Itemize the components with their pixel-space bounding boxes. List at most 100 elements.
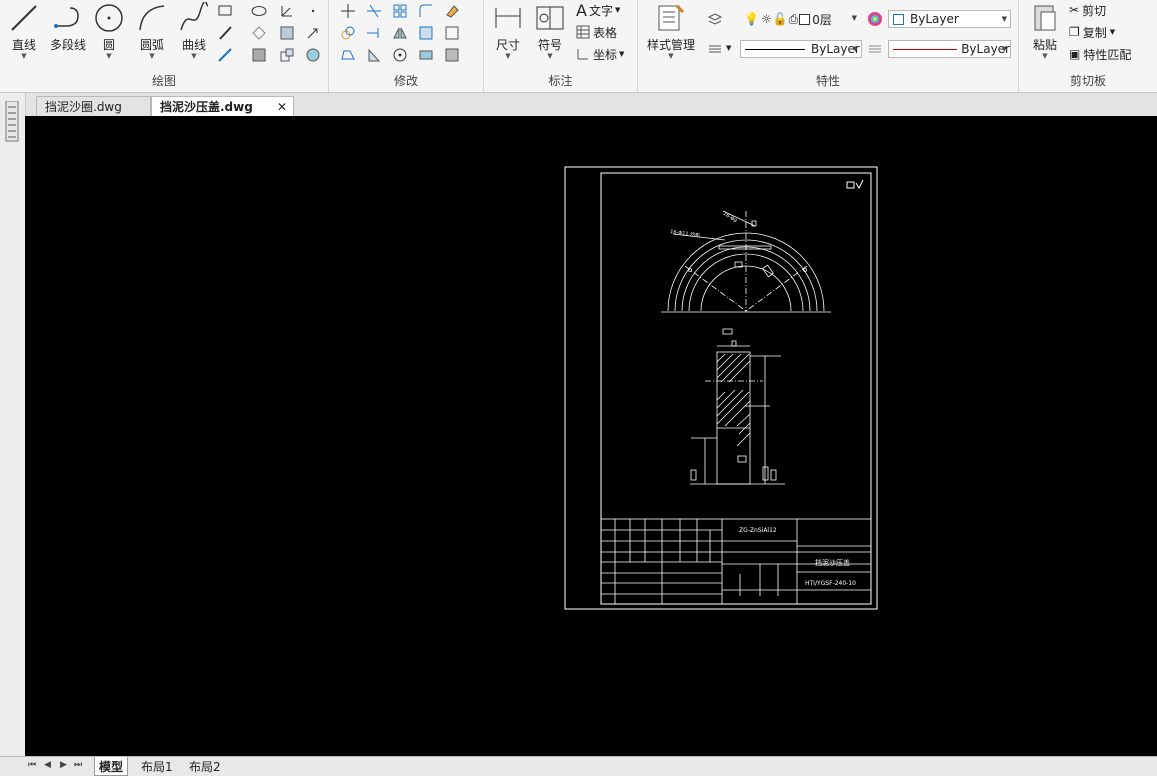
left-tool-strip [0,93,26,775]
document-tab[interactable]: 挡泥沙圈.dwg [36,96,151,116]
circle-icon [95,4,123,32]
next-tab-icon[interactable]: ▶ [60,760,67,770]
polyline-button[interactable]: 多段线 [46,2,90,53]
stretch-button[interactable] [339,46,357,64]
layout-tab-model[interactable]: 模型 [94,757,129,776]
properties-panel-title: 特性 [815,74,840,88]
extend-button[interactable] [365,24,383,42]
match-properties-icon: ▣ [1069,47,1081,61]
line-button[interactable]: 直线 ▼ [6,2,42,60]
dropdown-arrow-icon: ▼ [106,52,112,60]
color-combo[interactable]: ByLayer ▼ [888,10,1011,28]
lineweight-combo[interactable]: ByLayer ▼ [888,40,1011,58]
xline-icon [219,26,232,40]
wipeout-button[interactable] [304,46,322,64]
scissors-icon: ✂ [1069,3,1080,17]
xline-button[interactable] [216,24,234,42]
svg-text:16-Φ9: 16-Φ9 [722,211,738,225]
properties-edit-button[interactable] [443,46,461,64]
fillet-button[interactable] [417,2,435,20]
angle-button[interactable] [278,2,296,20]
clipboard-panel-title: 剪切板 [1069,74,1106,88]
copy-obj-button[interactable] [339,24,357,42]
lineweight-button[interactable] [866,40,884,58]
svg-text:16-Φ11 均布: 16-Φ11 均布 [670,228,701,239]
coordinate-button[interactable]: 坐标 ▼ [576,44,624,64]
scale-button[interactable] [365,46,383,64]
layer-combo[interactable]: 💡 ☼ 🔓 ⎙ 0层 ▼ [734,10,860,28]
properties-palette-icon[interactable] [4,101,20,143]
last-tab-icon[interactable]: ⏭ [74,760,82,770]
erase-button[interactable] [443,2,461,20]
align-icon [419,50,433,60]
layer-manager-button[interactable] [706,10,724,28]
layout-tab-layout2[interactable]: 布局2 [185,757,225,775]
dropdown-arrow-icon: ▼ [1001,15,1007,23]
region-button[interactable] [250,24,268,42]
annotate-panel-title: 标注 [548,74,573,88]
paste-button[interactable]: 粘贴 ▼ [1027,2,1063,60]
align-button[interactable] [417,46,435,64]
dropdown-arrow-icon: ▼ [149,52,155,60]
roughness-symbol [846,181,855,189]
match-properties-button[interactable]: ▣ 特性匹配 [1069,44,1131,64]
arrow-leader-button[interactable] [304,24,322,42]
arc-button[interactable]: 圆弧 ▼ [134,2,170,60]
list-button[interactable] [706,40,724,58]
drawing-canvas[interactable]: 16-Φ11 均布 16-Φ9 ZG-ZnSiAl12 挡泥沙压盖 HTI/YG… [25,116,1157,756]
ellipse-button[interactable] [250,2,268,20]
copy-button[interactable]: ❐ 复制 ▼ [1069,22,1115,42]
symbol-button[interactable]: 符号 ▼ [532,2,568,60]
dropdown-arrow-icon: ▼ [852,45,858,53]
point-icon [311,9,315,13]
ray-button[interactable] [216,46,234,64]
rotate-button[interactable] [391,46,409,64]
dropdown-arrow-icon: ▼ [547,52,553,60]
mirror-button[interactable] [391,24,409,42]
layout-tab-layout1[interactable]: 布局1 [137,757,177,775]
text-button[interactable]: A 文字 ▼ [576,0,620,20]
polyline-label: 多段线 [49,38,86,52]
lightbulb-icon: 💡 [744,12,759,26]
symbol-label: 符号 [537,38,562,52]
prev-tab-icon[interactable]: ◀ [44,760,51,770]
explode-icon [445,26,459,40]
color-swatch-icon [893,13,904,25]
trim-icon [367,4,381,18]
layer-value: 0层 [812,12,832,27]
dropdown-arrow-icon: ▼ [1001,45,1007,53]
color-wheel-button[interactable] [866,10,884,28]
block-button[interactable] [278,46,296,64]
trim-button[interactable] [365,2,383,20]
circle-button[interactable]: 圆 ▼ [92,2,126,60]
boundary-button[interactable] [250,46,268,64]
explode-button[interactable] [443,24,461,42]
first-tab-icon[interactable]: ⏮ [28,760,36,770]
document-tab-label: 挡泥沙圈.dwg [45,100,122,114]
linetype-sample [745,48,805,50]
rectangle-button[interactable] [216,2,234,20]
arrow-icon [307,28,318,39]
modify-panel: 修改 [329,0,484,92]
offset-button[interactable] [417,24,435,42]
color-swatch-icon [799,13,811,25]
curve-label: 曲线 [181,38,206,52]
linetype-combo[interactable]: ByLayer ▼ [740,40,862,58]
fillet-icon [419,4,432,17]
point-button[interactable] [304,2,322,20]
array-icon [393,4,407,18]
symbol-icon [536,6,564,30]
style-manager-button[interactable]: 样式管理 ▼ [644,2,698,60]
line-label: 直线 [11,38,36,52]
copy-label: 复制 [1082,25,1107,40]
table-button[interactable]: 表格 [576,22,617,42]
hatch-button[interactable] [278,24,296,42]
curve-button[interactable]: 曲线 ▼ [176,2,212,60]
document-tab-active[interactable]: 挡泥沙压盖.dwg ✕ [151,96,294,116]
dropdown-arrow-icon: ▼ [619,50,625,58]
cut-button[interactable]: ✂ 剪切 [1069,0,1106,20]
close-icon[interactable]: ✕ [277,100,287,114]
dimension-button[interactable]: 尺寸 ▼ [490,2,526,60]
array-button[interactable] [391,2,409,20]
move-button[interactable] [339,2,357,20]
